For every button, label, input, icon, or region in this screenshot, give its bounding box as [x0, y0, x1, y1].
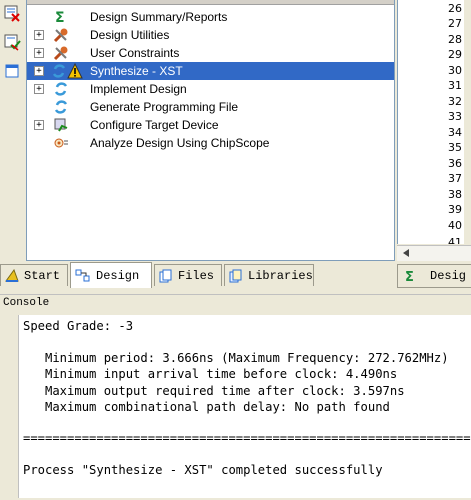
- console-header: Console: [0, 294, 471, 313]
- tab-files[interactable]: Files: [154, 264, 222, 286]
- run-icon: [51, 63, 67, 79]
- tab-design-right[interactable]: Σ Desig: [397, 264, 471, 288]
- tree-item-analyze-chipscope[interactable]: Analyze Design Using ChipScope: [27, 134, 394, 152]
- tab-label: Desig: [430, 269, 467, 283]
- tree-item-label: Design Utilities: [90, 28, 170, 42]
- line-number: 29: [448, 48, 462, 61]
- tree-header-edge: [27, 0, 394, 5]
- console-line: Minimum period: 3.666ns (Maximum Frequen…: [23, 351, 449, 365]
- expand-icon[interactable]: +: [34, 30, 44, 40]
- tree-item-user-constraints[interactable]: + User Constraints: [27, 44, 394, 62]
- tab-libraries[interactable]: Libraries: [224, 264, 314, 286]
- sigma-icon: Σ: [53, 9, 69, 25]
- console-line: Maximum output required time after clock…: [23, 384, 405, 398]
- device-icon: [53, 117, 69, 133]
- editor-line-panel: 26 27 28 29 30 31 32 33 34 35 36 37 38 3…: [397, 0, 471, 261]
- tree-item-configure-target-device[interactable]: + Configure Target Device: [27, 116, 394, 134]
- files-icon: [159, 269, 173, 283]
- tab-label: Start: [24, 268, 61, 283]
- line-number: 34: [448, 126, 462, 139]
- warning-icon: [67, 63, 83, 79]
- line-number: 31: [448, 79, 462, 92]
- tab-label: Files: [178, 268, 215, 283]
- line-number: 35: [448, 141, 462, 154]
- tree-item-label: Analyze Design Using ChipScope: [90, 136, 270, 150]
- line-number: 39: [448, 203, 462, 216]
- tree-item-label: Synthesize - XST: [90, 64, 183, 78]
- tab-label: Design: [96, 268, 140, 283]
- tree-item-label: User Constraints: [90, 46, 180, 60]
- expand-icon[interactable]: +: [34, 120, 44, 130]
- tab-design[interactable]: Design: [70, 262, 152, 288]
- console-line: ========================================…: [23, 431, 471, 445]
- process-tree: Σ Design Summary/Reports + Design Utilit…: [26, 0, 395, 261]
- line-number: 37: [448, 172, 462, 185]
- expand-icon[interactable]: +: [34, 48, 44, 58]
- tree-item-generate-programming-file[interactable]: Generate Programming File: [27, 98, 394, 116]
- panel-icon[interactable]: [3, 62, 21, 80]
- expand-icon[interactable]: +: [34, 84, 44, 94]
- tree-item-synthesize-xst[interactable]: + Synthesize - XST: [27, 62, 394, 80]
- run-icon: [53, 99, 69, 115]
- console-panel: Speed Grade: -3 Minimum period: 3.666ns …: [0, 313, 471, 500]
- line-number: 32: [448, 95, 462, 108]
- run-icon: [53, 81, 69, 97]
- check-list-icon[interactable]: [3, 33, 21, 51]
- svg-text:Σ: Σ: [55, 10, 65, 25]
- tree-item-implement-design[interactable]: + Implement Design: [27, 80, 394, 98]
- svg-text:Σ: Σ: [405, 270, 414, 283]
- console-line: Process "Synthesize - XST" completed suc…: [23, 463, 383, 477]
- tree-item-label: Implement Design: [90, 82, 187, 96]
- console-line: Speed Grade: -3: [23, 319, 134, 333]
- tab-start[interactable]: Start: [0, 264, 68, 286]
- line-number: 33: [448, 110, 462, 123]
- line-number: 41: [448, 236, 462, 244]
- line-number: 36: [448, 157, 462, 170]
- sigma-icon: Σ: [404, 269, 418, 283]
- tree-item-label: Configure Target Device: [90, 118, 219, 132]
- console-line: Minimum input arrival time before clock:…: [23, 367, 398, 381]
- tools-icon: [53, 45, 69, 61]
- line-number: 40: [448, 219, 462, 232]
- line-number: 28: [448, 33, 462, 46]
- line-number: 30: [448, 64, 462, 77]
- tree-item-design-summary[interactable]: Σ Design Summary/Reports: [27, 8, 394, 26]
- design-icon: [75, 269, 91, 283]
- panel-tabs: Start Design Files Libraries: [0, 262, 395, 288]
- libraries-icon: [229, 269, 243, 283]
- tree-item-label: Generate Programming File: [90, 100, 239, 114]
- tab-label: Libraries: [248, 268, 313, 283]
- console-line: Maximum combinational path delay: No pat…: [23, 400, 390, 414]
- chipscope-icon: [53, 135, 69, 151]
- tree-item-label: Design Summary/Reports: [90, 10, 228, 24]
- console-output[interactable]: Speed Grade: -3 Minimum period: 3.666ns …: [18, 315, 471, 498]
- start-icon: [5, 268, 19, 283]
- expand-icon[interactable]: +: [34, 66, 44, 76]
- line-numbers: 26 27 28 29 30 31 32 33 34 35 36 37 38 3…: [397, 0, 464, 244]
- delete-icon[interactable]: [3, 4, 21, 22]
- tools-icon: [53, 27, 69, 43]
- horizontal-scrollbar[interactable]: [397, 245, 471, 261]
- line-number: 38: [448, 188, 462, 201]
- console-title: Console: [3, 297, 50, 309]
- tree-item-design-utilities[interactable]: + Design Utilities: [27, 26, 394, 44]
- line-number: 27: [448, 17, 462, 30]
- line-number: 26: [448, 2, 462, 15]
